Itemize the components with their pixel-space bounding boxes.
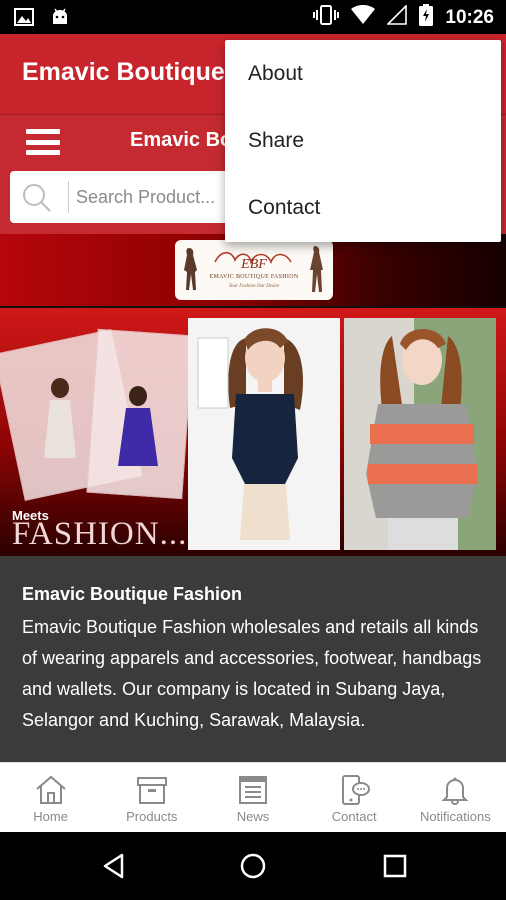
overflow-menu: About Share Contact	[225, 40, 501, 242]
signal-icon	[386, 4, 408, 30]
battery-charging-icon	[419, 4, 434, 31]
description-panel: Emavic Boutique Fashion Emavic Boutique …	[0, 556, 506, 762]
hero-fashion-text: FASHION...	[12, 516, 188, 552]
search-icon[interactable]	[22, 183, 52, 218]
bottom-navigation: Home Products News Contact Notifications	[0, 762, 506, 832]
android-icon	[50, 7, 70, 32]
logo-banner: EBF EMAVIC BOUTIQUE FASHION Your Fashion…	[0, 234, 506, 306]
search-divider	[68, 181, 69, 213]
brand-tagline: Your Fashion Our Desire	[228, 284, 280, 289]
nav-notifications[interactable]: Notifications	[405, 763, 506, 833]
recents-icon[interactable]	[381, 852, 409, 885]
contact-phone-icon	[338, 775, 371, 810]
news-icon	[237, 775, 269, 810]
brand-name: EMAVIC BOUTIQUE FASHION	[209, 274, 299, 280]
description-title: Emavic Boutique Fashion	[22, 584, 243, 604]
nav-news[interactable]: News	[202, 763, 303, 833]
description-body: Emavic Boutique Fashion wholesales and r…	[22, 617, 482, 730]
brand-logo: EBF EMAVIC BOUTIQUE FASHION Your Fashion…	[175, 240, 333, 300]
nav-home[interactable]: Home	[0, 763, 101, 833]
magazine-models-image	[44, 378, 158, 466]
clock: 10:26	[445, 6, 494, 28]
menu-item-about[interactable]: About	[225, 40, 501, 107]
system-navigation-bar	[0, 832, 506, 900]
nav-products[interactable]: Products	[101, 763, 202, 833]
menu-item-contact[interactable]: Contact	[225, 174, 501, 241]
home-circle-icon[interactable]	[239, 852, 267, 885]
hero-banner: Meets FASHION...	[0, 306, 506, 556]
model-photo-navy-top	[188, 318, 340, 550]
box-icon	[136, 775, 168, 810]
home-icon	[35, 775, 67, 810]
nav-contact[interactable]: Contact	[304, 763, 405, 833]
image-icon	[14, 7, 34, 32]
status-bar: 10:26	[0, 0, 506, 34]
bell-icon	[439, 775, 471, 810]
vibrate-icon	[313, 4, 340, 31]
nav-contact-label: Contact	[331, 809, 377, 824]
nav-products-label: Products	[126, 809, 178, 824]
nav-home-label: Home	[33, 809, 68, 824]
hamburger-menu-icon[interactable]	[26, 129, 60, 155]
model-photo-striped-top	[344, 318, 496, 550]
back-icon[interactable]	[100, 852, 128, 885]
nav-notifications-label: Notifications	[419, 809, 491, 824]
menu-item-share[interactable]: Share	[225, 107, 501, 174]
wifi-icon	[351, 4, 376, 30]
nav-news-label: News	[236, 809, 270, 824]
svg-text:EBF: EBF	[240, 257, 267, 272]
